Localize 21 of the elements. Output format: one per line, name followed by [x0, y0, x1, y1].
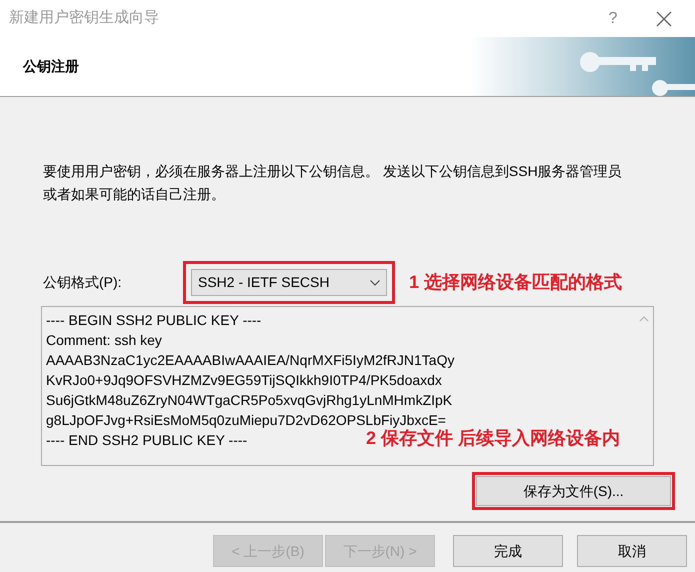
- window-title: 新建用户密钥生成向导: [9, 8, 159, 28]
- key-line: KvRJo0+9Jq9OFSVHZMZv9EG59TijSQIkkh9I0TP4/PK5doaxdx: [46, 371, 442, 390]
- key-line: AAAAB3NzaC1yc2EAAAABIwAAAIEA/NqrMXFi5IyM2fRJN1TaQy: [46, 351, 454, 370]
- cancel-button[interactable]: 取消: [577, 535, 687, 567]
- key-line: Comment: ssh key: [46, 331, 162, 350]
- page-heading: 公钥注册: [23, 57, 79, 76]
- close-icon[interactable]: [656, 10, 672, 26]
- finish-button[interactable]: 完成: [453, 535, 563, 567]
- key-line: Su6jGtkM48uZ6ZryN04WTgaCR5Po5xvqGvjRhg1yLnMHmkZIpK: [46, 391, 452, 410]
- save-to-file-button[interactable]: 保存为文件(S)...: [476, 476, 671, 506]
- key-line: g8LJpOFJvg+RsiEsMoM5q0zuMiepu7D2vD62OPSLbFiyJbxcE=: [46, 411, 446, 428]
- annotation-text: 2 保存文件 后续导入网络设备内: [366, 428, 620, 450]
- annotation-text: 1 选择网络设备匹配的格式: [409, 271, 622, 294]
- format-dropdown[interactable]: SSH2 - IETF SECSH: [191, 269, 387, 296]
- help-button[interactable]: ?: [598, 6, 628, 30]
- description-text: 要使用用户密钥，必须在服务器上注册以下公钥信息。 发送以下公钥信息到SSH服务器管理员或者如果可能的话自己注册。: [43, 162, 623, 204]
- public-key-box[interactable]: [41, 306, 654, 466]
- format-label: 公钥格式(P):: [43, 273, 123, 292]
- key-line: ---- END SSH2 PUBLIC KEY ----: [46, 431, 248, 450]
- key-line: ---- BEGIN SSH2 PUBLIC KEY ----: [46, 311, 262, 330]
- chevron-down-icon: [370, 280, 380, 286]
